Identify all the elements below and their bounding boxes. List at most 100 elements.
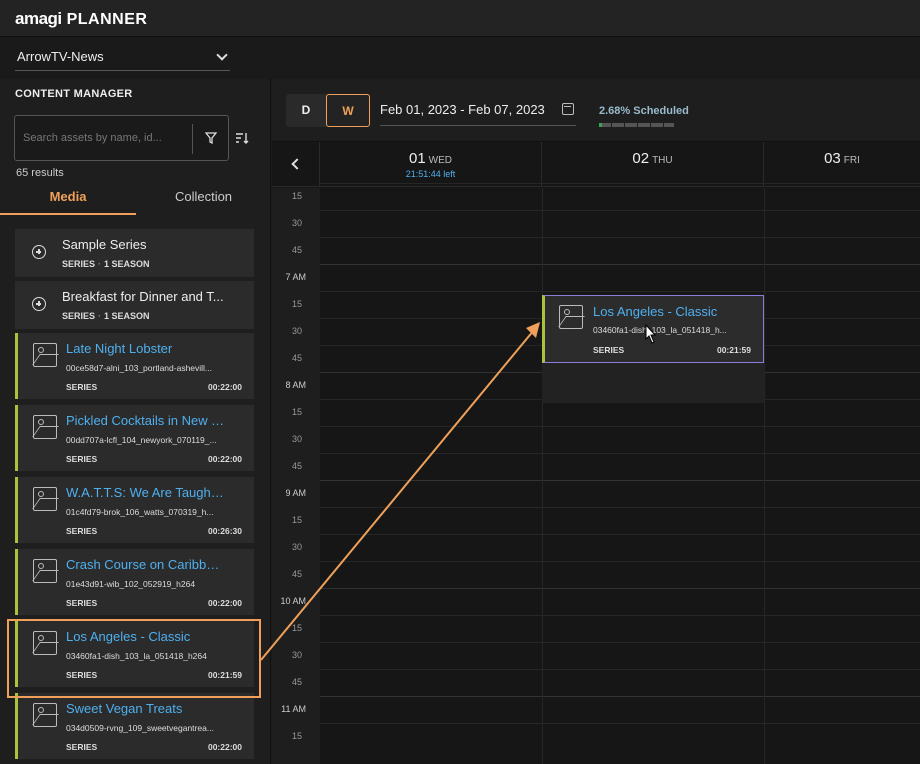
asset-title[interactable]: Pickled Cocktails in New Y... (66, 413, 226, 428)
series-title: Sample Series (62, 237, 147, 252)
grid-line (320, 237, 920, 238)
quarter-label: 45 (291, 461, 302, 471)
tab-collection[interactable]: Collection (136, 189, 271, 215)
asset-title[interactable]: Late Night Lobster (66, 341, 226, 356)
progress-segment (638, 123, 650, 127)
calendar-icon[interactable] (562, 103, 574, 115)
image-placeholder-icon (33, 559, 57, 583)
image-placeholder-icon (33, 703, 57, 727)
asset-filename: 00dd707a-lcfl_104_newyork_070119_... (66, 435, 217, 445)
grid-line (320, 534, 920, 535)
event-filename: 03460fa1-dish_103_la_051418_h... (593, 325, 727, 335)
quarter-label: 30 (291, 434, 302, 444)
asset-card[interactable]: Crash Course on Caribbea... 01e43d91-wib… (15, 549, 254, 615)
previous-button[interactable] (272, 142, 320, 187)
quarter-label: 45 (291, 569, 302, 579)
asset-card[interactable]: Sweet Vegan Treats 034d0509-rvng_109_swe… (15, 693, 254, 759)
progress-segment (651, 123, 663, 127)
grid-line (320, 507, 920, 508)
date-range[interactable]: Feb 01, 2023 - Feb 07, 2023 (380, 102, 545, 117)
search-divider (192, 124, 193, 154)
view-day-button[interactable]: D (286, 94, 326, 127)
chevron-left-icon (291, 158, 303, 170)
quarter-label: 30 (291, 650, 302, 660)
add-circle-icon[interactable] (32, 297, 46, 311)
asset-duration: 00:22:00 (207, 742, 242, 752)
scheduled-status: 2.68% Scheduled (599, 105, 689, 117)
quarter-label: 45 (291, 677, 302, 687)
quarter-label: 30 (291, 326, 302, 336)
time-gutter: 15 30 45 7 AM 15 30 45 8 AM 15 30 45 9 AM 15 30 45 10 A… (272, 188, 320, 764)
quarter-label: 15 (291, 299, 302, 309)
asset-duration: 00:22:00 (207, 454, 242, 464)
grid-line (320, 480, 920, 481)
app-logo[interactable]: amagi PLANNER (15, 9, 147, 29)
hour-label: 8 AM (285, 380, 306, 390)
series-meta: SERIES · 1 SEASON (62, 311, 150, 321)
chevron-down-icon (216, 49, 228, 61)
asset-card[interactable]: Pickled Cocktails in New Y... 00dd707a-l… (15, 405, 254, 471)
grid-line (320, 183, 920, 184)
tabs: Media Collection (0, 183, 271, 215)
quarter-label: 15 (291, 623, 302, 633)
day-column-header: 01 WED 21:51:44 left (320, 142, 542, 187)
quarter-label: 15 (291, 191, 302, 201)
hour-label: 9 AM (285, 488, 306, 498)
column-divider (542, 188, 543, 764)
grid-line (320, 696, 920, 697)
grid-line (320, 561, 920, 562)
asset-card[interactable]: W.A.T.T.S: We Are Taught ... 01c4fd79-br… (15, 477, 254, 543)
grid-line (320, 588, 920, 589)
image-placeholder-icon (33, 415, 57, 439)
channel-bar: ArrowTV-News (0, 37, 920, 79)
asset-filename: 034d0509-rvng_109_sweetvegantrea... (66, 723, 214, 733)
day-column-header: 03 FRI (824, 150, 860, 167)
schedule-grid[interactable]: 15 30 45 7 AM 15 30 45 8 AM 15 30 45 9 AM 15 30 45 10 A… (272, 183, 920, 764)
image-placeholder-icon (33, 487, 57, 511)
column-divider (764, 188, 765, 764)
series-card[interactable]: Sample Series SERIES · 1 SEASON (15, 229, 254, 277)
grid-line (320, 210, 920, 211)
day-header: 01 WED 21:51:44 left 02 THU 03 FRI (272, 142, 920, 187)
image-placeholder-icon (559, 305, 583, 329)
search-input[interactable] (23, 132, 183, 144)
asset-title[interactable]: Crash Course on Caribbea... (66, 557, 226, 572)
view-toggle: D W (286, 94, 370, 127)
sort-icon[interactable] (235, 131, 249, 145)
drop-shadow-slot (542, 363, 764, 403)
quarter-label: 15 (291, 731, 302, 741)
scheduled-progress (599, 123, 674, 127)
asset-card[interactable]: Late Night Lobster 00ce58d7-alni_103_por… (15, 333, 254, 399)
hour-label: 7 AM (285, 272, 306, 282)
top-bar: amagi PLANNER (0, 0, 920, 37)
progress-segment (625, 123, 637, 127)
add-circle-icon[interactable] (32, 245, 46, 259)
search-box (14, 115, 229, 161)
highlight-annotation (7, 619, 261, 698)
progress-segment (664, 123, 674, 127)
quarter-label: 45 (291, 353, 302, 363)
asset-type: SERIES (66, 526, 98, 536)
event-title[interactable]: Los Angeles - Classic (593, 304, 758, 319)
grid-line (320, 426, 920, 427)
series-meta: SERIES · 1 SEASON (62, 259, 150, 269)
channel-select-value: ArrowTV-News (17, 49, 104, 64)
asset-duration: 00:26:30 (207, 526, 242, 536)
view-week-button[interactable]: W (326, 94, 370, 127)
asset-title[interactable]: Sweet Vegan Treats (66, 701, 226, 716)
grid-line (320, 615, 920, 616)
quarter-label: 30 (291, 542, 302, 552)
asset-duration: 00:22:00 (207, 598, 242, 608)
grid-line (320, 642, 920, 643)
time-left: 21:51:44 left (405, 169, 456, 179)
asset-title[interactable]: W.A.T.T.S: We Are Taught ... (66, 485, 226, 500)
channel-select[interactable]: ArrowTV-News (15, 46, 230, 71)
filter-icon[interactable] (205, 132, 217, 144)
progress-fill (599, 123, 602, 127)
event-type: SERIES (593, 345, 625, 355)
series-card[interactable]: Breakfast for Dinner and T... SERIES · 1 S… (15, 281, 254, 329)
grid-line (320, 723, 920, 724)
asset-filename: 01c4fd79-brok_106_watts_070319_h... (66, 507, 214, 517)
asset-type: SERIES (66, 382, 98, 392)
tab-media[interactable]: Media (0, 189, 136, 215)
